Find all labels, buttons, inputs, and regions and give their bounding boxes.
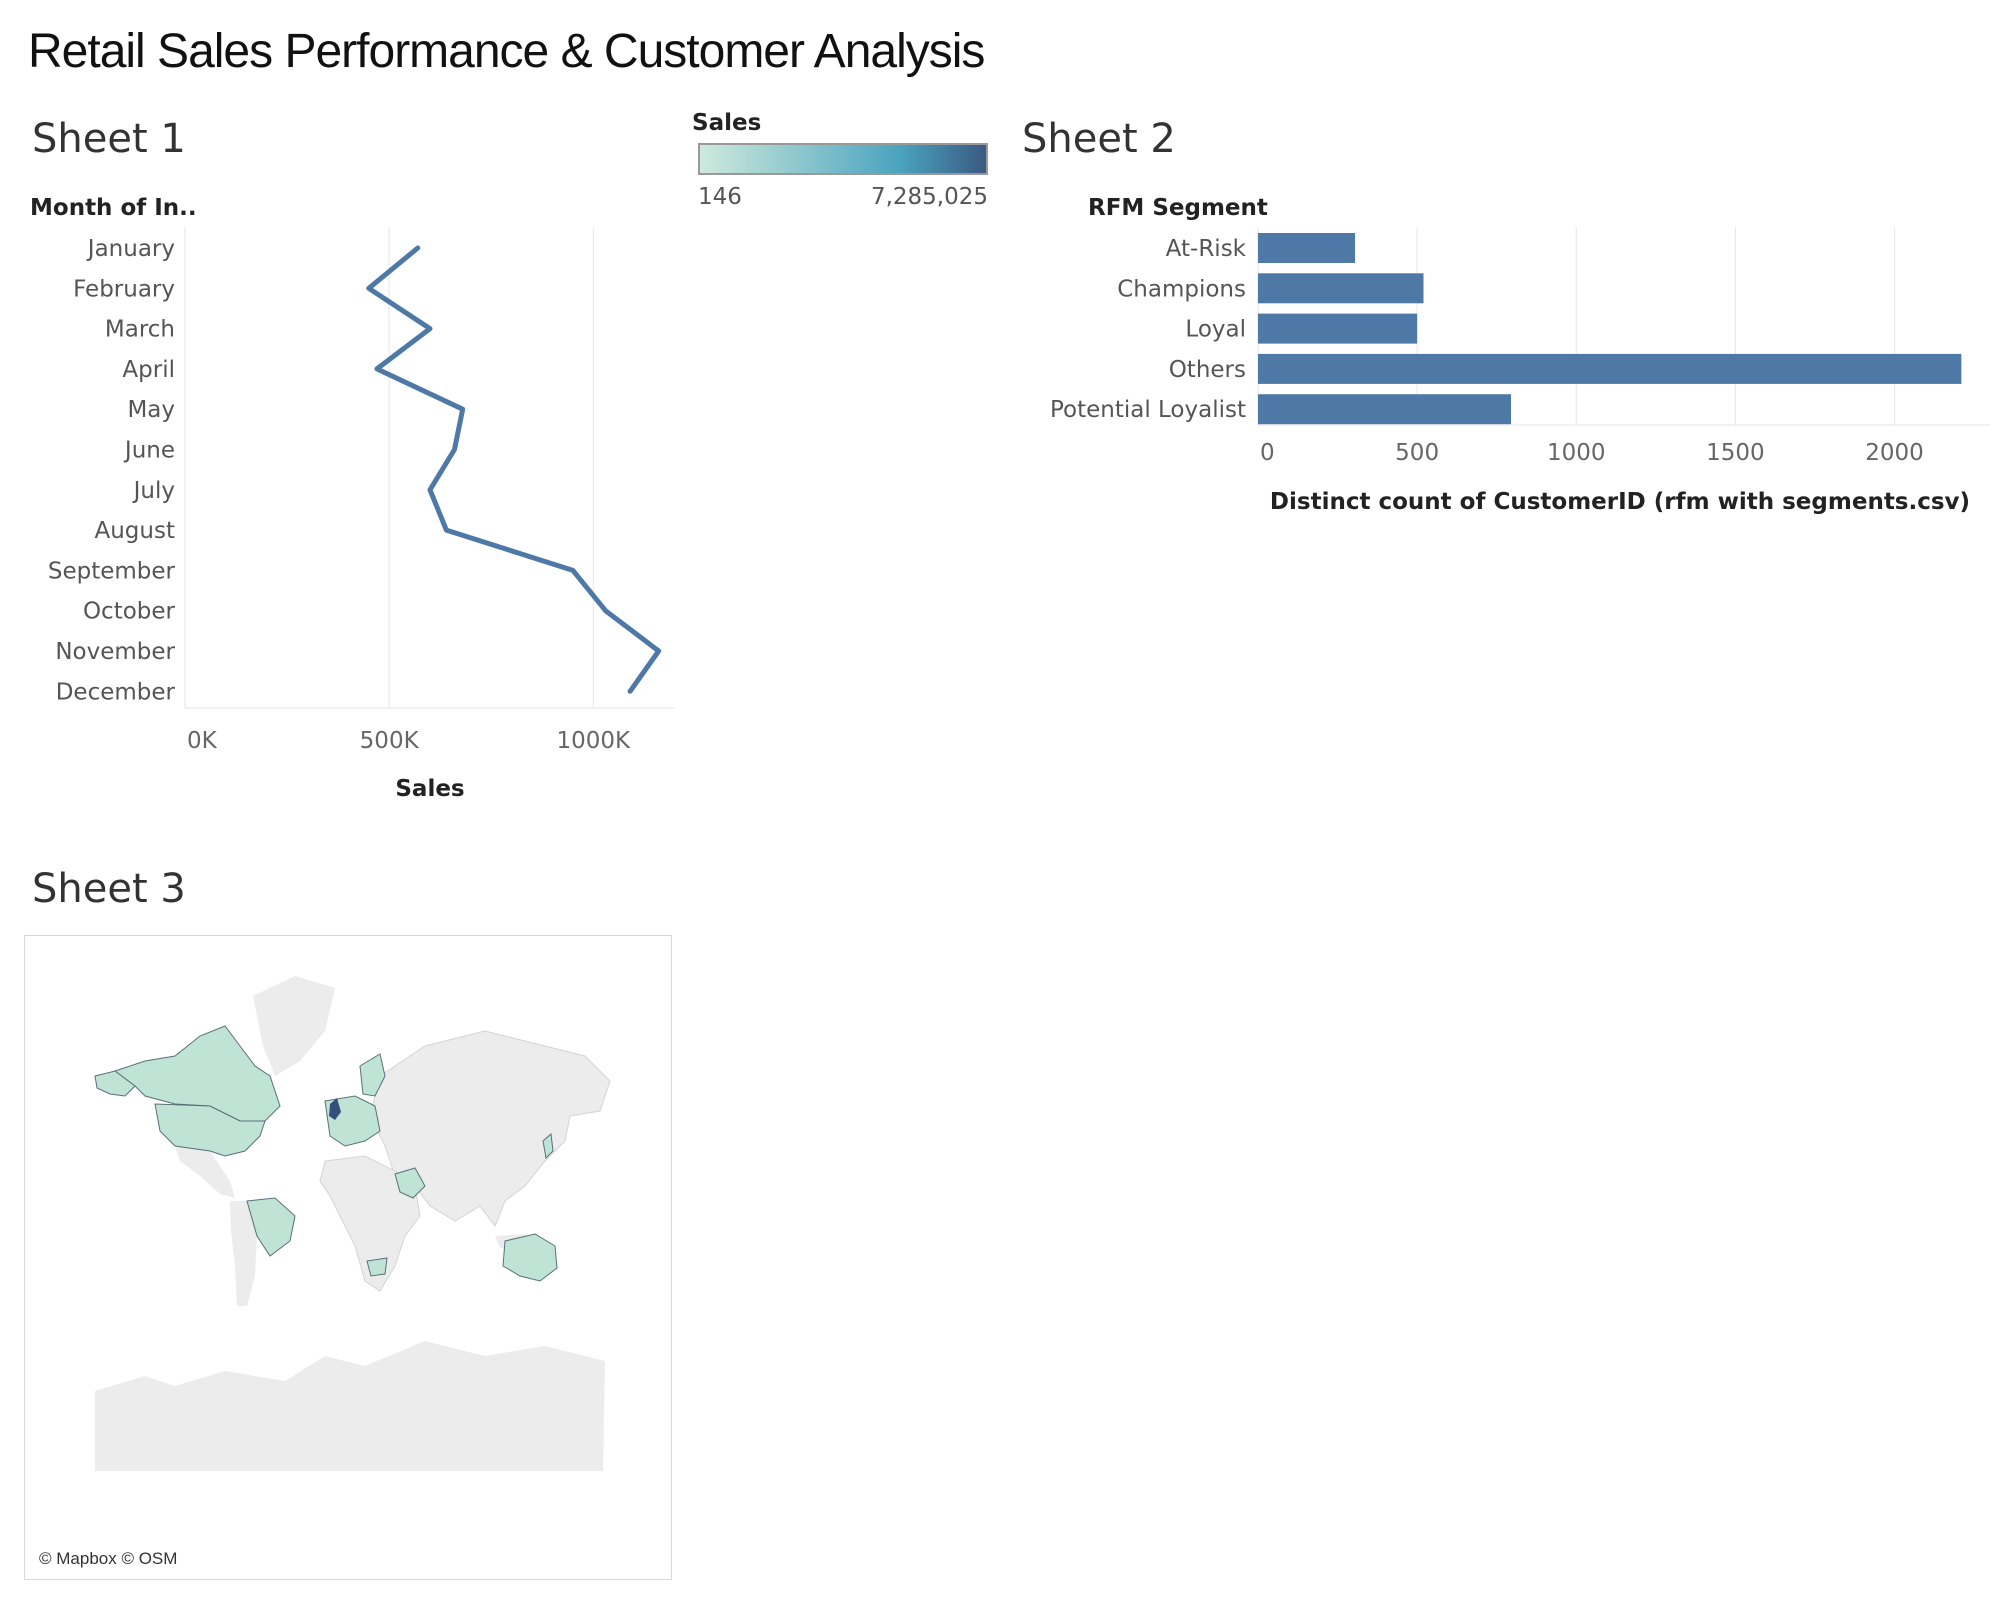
world-map[interactable] — [25, 936, 672, 1580]
sheet1-line-point[interactable] — [371, 363, 383, 375]
sheet1-month-label: January — [86, 236, 175, 262]
sheet1-month-label: July — [132, 478, 175, 504]
sheet1-x-tick-label: 500K — [360, 728, 420, 754]
sheet1-x-tick-label: 1000K — [557, 728, 632, 754]
sheet1-line-point[interactable] — [567, 564, 579, 576]
sheet1-month-label: May — [127, 397, 175, 423]
sheet1-month-label: June — [123, 438, 175, 464]
map-antarctica — [95, 1341, 605, 1471]
sheet1-line-point[interactable] — [624, 685, 636, 697]
sheet2-x-tick-label: 500 — [1395, 440, 1439, 466]
sheet2-segment-label: At-Risk — [1166, 236, 1247, 262]
sheet2-bar[interactable] — [1258, 313, 1418, 344]
map-south-africa — [366, 1257, 388, 1277]
sheet1-line-point[interactable] — [424, 484, 436, 496]
sheet1-month-label: February — [73, 276, 175, 302]
sheet2-bar[interactable] — [1258, 394, 1512, 425]
sales-map[interactable]: © Mapbox © OSM — [24, 935, 672, 1580]
sheet2-bar-chart[interactable]: RFM Segment 0 500 1000 1500 2000 At-Risk Champi… — [1000, 185, 2000, 535]
sheet1-line-point[interactable] — [440, 524, 452, 536]
sheet1-title: Sheet 1 — [32, 116, 186, 162]
sheet2-segment-label: Potential Loyalist — [1050, 397, 1246, 423]
legend-min-label: 146 — [698, 184, 742, 210]
sheet2-bar[interactable] — [1258, 233, 1356, 263]
sheet1-line-point[interactable] — [449, 444, 461, 456]
map-australia — [502, 1233, 558, 1282]
sheet2-x-tick-label: 2000 — [1865, 440, 1924, 466]
sheet1-month-label: August — [95, 518, 176, 544]
sales-color-legend — [698, 143, 988, 175]
legend-title: Sales — [692, 110, 762, 136]
sheet1-line-point[interactable] — [363, 282, 375, 294]
map-greenland — [253, 976, 335, 1076]
sheet2-bar[interactable] — [1258, 273, 1424, 304]
sheet1-month-label: December — [56, 679, 176, 705]
sheet1-line-chart[interactable]: Month of In.. 0K 500K 1000K January February M… — [0, 185, 700, 825]
sheet2-x-tick-label: 1500 — [1706, 440, 1765, 466]
sheet2-x-tick-label: 1000 — [1547, 440, 1606, 466]
sheet2-column-header: RFM Segment — [1088, 195, 1268, 221]
sheet2-segment-label: Others — [1169, 357, 1246, 383]
sheet1-line-point[interactable] — [457, 403, 469, 415]
sheet1-month-label: October — [83, 599, 176, 625]
legend-max-label: 7,285,025 — [870, 184, 988, 210]
sheet1-line-point[interactable] — [424, 323, 436, 335]
sheet1-month-label: September — [48, 558, 176, 584]
dashboard-title: Retail Sales Performance & Customer Anal… — [28, 25, 985, 78]
sheet3-title: Sheet 3 — [32, 866, 186, 912]
map-credit: © Mapbox © OSM — [39, 1549, 178, 1568]
sheet2-bar[interactable] — [1258, 353, 1962, 384]
sheet1-x-axis-title: Sales — [395, 776, 464, 802]
sheet2-segment-label: Loyal — [1185, 317, 1246, 343]
sheet1-x-tick-label: 0K — [187, 728, 218, 754]
sheet1-month-label: April — [122, 357, 175, 383]
sheet1-month-label: November — [55, 639, 175, 665]
sheet2-title: Sheet 2 — [1022, 116, 1176, 162]
sheet1-month-label: March — [105, 317, 175, 343]
sheet1-line-point[interactable] — [653, 645, 665, 657]
sheet2-x-tick-label: 0 — [1260, 440, 1275, 466]
sheet2-x-axis-title: Distinct count of CustomerID (rfm with s… — [1270, 489, 1970, 515]
sheet1-line-point[interactable] — [412, 242, 424, 254]
sheet1-sales-line[interactable] — [366, 245, 662, 694]
sheet1-column-header: Month of In.. — [30, 195, 197, 221]
sheet2-segment-label: Champions — [1117, 276, 1246, 302]
sheet1-line-point[interactable] — [600, 605, 612, 617]
